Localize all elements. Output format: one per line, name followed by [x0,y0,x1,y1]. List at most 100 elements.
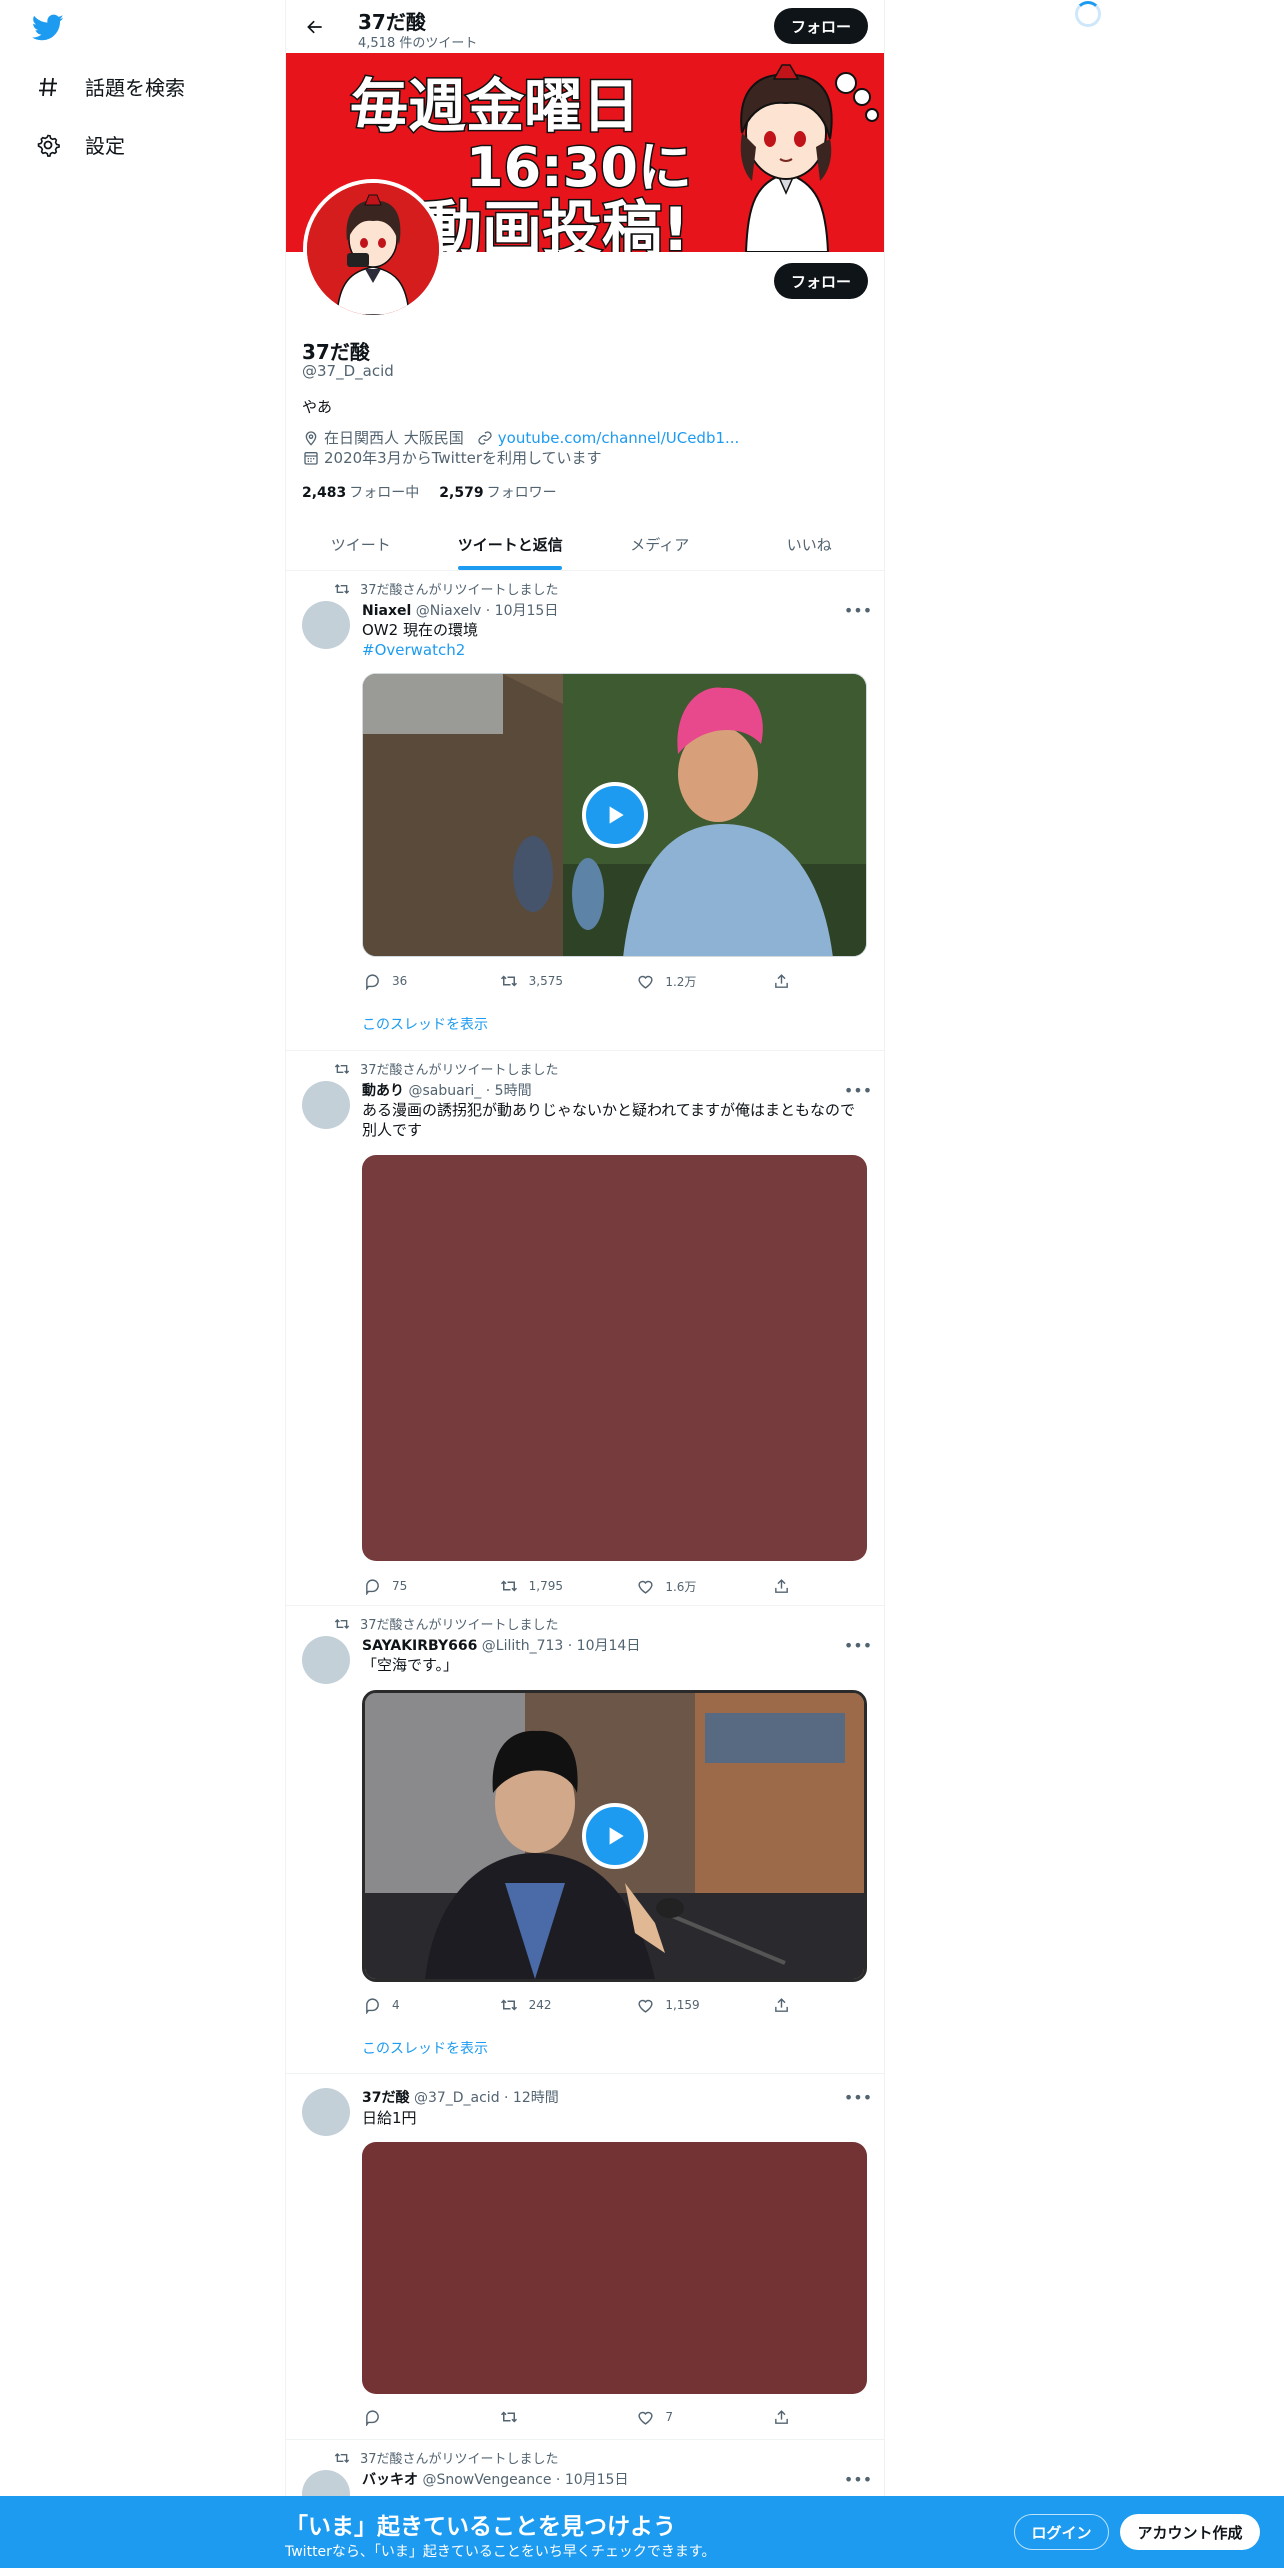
avatar[interactable] [302,1636,350,1684]
following-link[interactable]: 2,483 フォロー中 [302,482,419,502]
following-label: フォロー中 [349,485,420,501]
followers-link[interactable]: 2,579 フォロワー [439,482,556,502]
tweet-handle-time[interactable]: @Niaxelv · 10月15日 [416,603,559,619]
tweet-handle-time[interactable]: @Lilith_713 · 10月14日 [482,1638,641,1654]
reply-count: 75 [392,1579,408,1593]
more-options-icon[interactable]: ••• [844,1635,872,1655]
show-thread-link[interactable]: このスレッドを表示 [362,1014,488,1034]
like-button[interactable]: 1.2万 [635,971,745,991]
nav-explore-label: 話題を検索 [85,76,185,100]
show-thread-link[interactable]: このスレッドを表示 [362,2038,488,2058]
back-arrow-icon[interactable] [300,12,330,42]
share-button[interactable] [772,1576,802,1596]
login-button[interactable]: ログイン [1014,2514,1109,2550]
reply-button[interactable]: 36 [362,971,472,991]
heart-icon [635,971,655,991]
heart-icon [635,2407,655,2427]
tweet-author-name[interactable]: バッキオ [362,2472,418,2488]
tweet-handle-time[interactable]: @sabuari_ · 5時間 [408,1083,531,1099]
like-button[interactable]: 7 [635,2407,745,2427]
retweet-icon [332,1061,352,1077]
tab-likes[interactable]: いいね [735,518,885,570]
tweet-image[interactable] [362,1155,867,1561]
retweet-count: 242 [528,1998,552,2012]
reply-button[interactable] [362,2407,472,2427]
signup-prompt-subtitle: Twitterなら、「いま」起きていることをいち早くチェックできます。 [285,2544,716,2560]
hashtag-icon [34,73,62,101]
tab-media[interactable]: メディア [585,518,735,570]
retweet-label: 37だ酸さんがリツイートしました [360,1063,559,1078]
avatar[interactable] [302,601,350,649]
tweet-video[interactable] [362,1690,867,1982]
share-button[interactable] [772,1995,802,2015]
tweet-handle-time[interactable]: @37_D_acid · 12時間 [414,2090,559,2106]
like-count: 1.6万 [665,1579,697,1594]
play-button-icon[interactable] [581,782,648,848]
tab-tweets[interactable]: ツイート [286,518,436,570]
twitter-logo-icon[interactable] [31,14,64,42]
reply-icon [362,2407,382,2427]
reply-button[interactable]: 4 [362,1995,472,2015]
share-button[interactable] [772,2407,802,2427]
gear-icon [34,131,62,159]
retweet-button[interactable]: 1,795 [499,1576,609,1596]
profile-column: 37だ酸 4,518 件のツイート フォロー 毎週金曜日 16:30に 動画投稿… [285,0,885,2568]
tweet-item[interactable]: 37だ酸 @37_D_acid · 12時間 ••• 日給1円 7 [286,2074,884,2440]
profile-follow-button[interactable]: フォロー [774,263,868,299]
followers-label: フォロワー [486,485,557,501]
nav-settings[interactable]: 設定 [34,130,125,159]
more-options-icon[interactable]: ••• [844,1080,872,1100]
header-tweet-count: 4,518 件のツイート [358,36,478,51]
play-button-icon[interactable] [581,1803,648,1869]
tweet-item[interactable]: 37だ酸さんがリツイートしました SAYAKIRBY666 @Lilith_71… [286,1606,884,2074]
avatar[interactable] [302,2088,350,2136]
retweet-button[interactable]: 3,575 [499,971,609,991]
tweet-header: 37だ酸 @37_D_acid · 12時間 [362,2087,559,2107]
tab-tweets-and-replies[interactable]: ツイートと返信 [436,518,586,570]
tweet-actions: 7 [362,2407,802,2427]
header-follow-button[interactable]: フォロー [774,8,868,44]
like-button[interactable]: 1,159 [635,1995,745,2015]
like-button[interactable]: 1.6万 [635,1576,745,1596]
tweet-hashtag[interactable]: #Overwatch2 [362,641,465,659]
share-icon [772,2407,792,2427]
tweet-item[interactable]: 37だ酸さんがリツイートしました 動あり @sabuari_ · 5時間 •••… [286,1051,884,1606]
retweet-button[interactable] [499,2407,609,2427]
tweet-header: Niaxel @Niaxelv · 10月15日 [362,600,558,620]
like-count: 1,159 [665,1998,700,2012]
tweet-author-name[interactable]: Niaxel [362,603,411,619]
tweet-author-name[interactable]: 37だ酸 [362,2090,409,2106]
reply-button[interactable]: 75 [362,1576,472,1596]
retweet-label: 37だ酸さんがリツイートしました [360,583,559,598]
tweet-actions: 4 242 1,159 [362,1995,802,2015]
tweet-body: 「空海です。」 [362,1656,459,1674]
profile-avatar[interactable] [303,179,443,319]
retweet-button[interactable]: 242 [499,1995,609,2015]
tweet-video[interactable] [362,673,867,957]
tweet-author-name[interactable]: 動あり [362,1083,404,1099]
retweet-count: 1,795 [528,1579,564,1593]
followers-count: 2,579 [439,485,484,501]
share-button[interactable] [772,971,802,991]
nav-explore[interactable]: 話題を検索 [34,72,185,101]
header-profile-name: 37だ酸 [358,10,426,34]
reply-icon [362,1576,382,1596]
tweet-item[interactable]: 37だ酸さんがリツイートしました Niaxel @Niaxelv · 10月15… [286,571,884,1051]
tweet-author-name[interactable]: SAYAKIRBY666 [362,1638,477,1654]
retweet-icon [332,581,352,597]
retweet-icon [332,1616,352,1632]
reply-count: 4 [392,1998,400,2012]
retweet-indicator: 37だ酸さんがリツイートしました [332,579,559,598]
avatar[interactable] [302,1081,350,1129]
profile-website-link[interactable]: youtube.com/channel/UCedb1... [498,429,740,447]
tweet-body: OW2 現在の環境 [362,621,478,639]
tweet-handle-time[interactable]: @SnowVengeance · 10月15日 [422,2472,628,2488]
more-options-icon[interactable]: ••• [844,2469,872,2489]
reply-icon [362,1995,382,2015]
tweet-actions: 75 1,795 1.6万 [362,1576,802,1596]
create-account-button[interactable]: アカウント作成 [1120,2514,1260,2550]
tweet-image[interactable] [362,2142,867,2394]
more-options-icon[interactable]: ••• [844,600,872,620]
more-options-icon[interactable]: ••• [844,2087,872,2107]
tweet-text: OW2 現在の環境 #Overwatch2 [362,620,867,660]
